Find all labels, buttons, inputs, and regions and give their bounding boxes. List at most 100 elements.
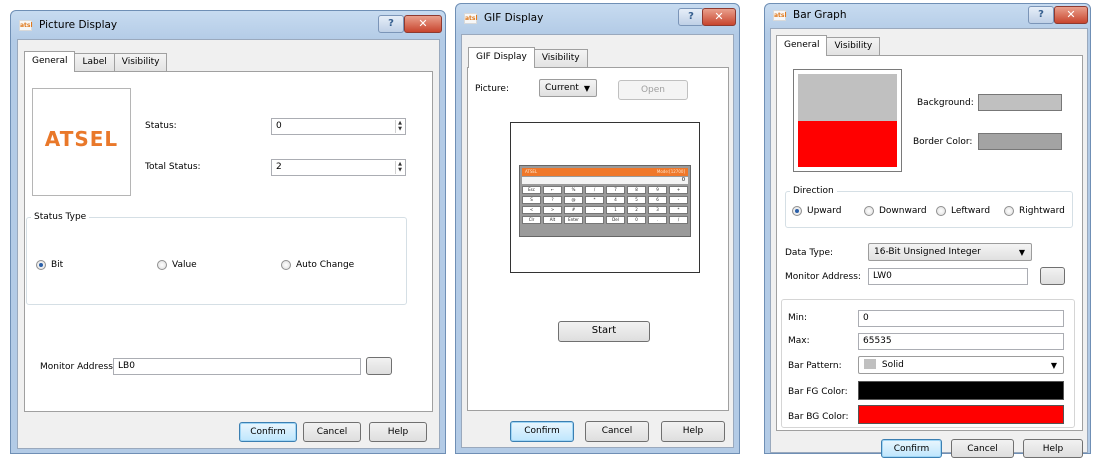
calc-header-right: Mode:[12700] bbox=[656, 169, 685, 174]
max-input[interactable]: 65535 bbox=[858, 333, 1064, 350]
border-color-label: Border Color: bbox=[913, 137, 973, 147]
dialog-title: Bar Graph bbox=[793, 9, 847, 21]
bg-color-label: Bar BG Color: bbox=[788, 412, 849, 422]
solid-pattern-icon bbox=[864, 359, 876, 369]
calc-key: @ bbox=[564, 196, 583, 204]
calc-key: Alt bbox=[543, 216, 562, 224]
data-type-select[interactable]: 16-Bit Unsigned Integer ▼ bbox=[868, 243, 1032, 261]
title-help-button[interactable]: ? bbox=[1028, 6, 1054, 24]
atsel-logo: ATSEL bbox=[44, 127, 119, 151]
spinner-arrows-icon[interactable]: ▲ ▼ bbox=[395, 120, 404, 133]
cancel-button[interactable]: Cancel bbox=[585, 421, 649, 442]
close-button[interactable]: ✕ bbox=[404, 15, 442, 33]
general-panel: ATSEL Status: 0 ▲ ▼ Total Status: 2 ▲ ▼ St… bbox=[24, 71, 433, 412]
bar-pattern-select[interactable]: Solid ▼ bbox=[858, 356, 1064, 374]
tab-general[interactable]: General bbox=[24, 51, 76, 72]
border-color-swatch[interactable] bbox=[978, 133, 1062, 150]
calc-keypad: Esc ← % / 7 8 9 + S ? @ * 4 5 6 - < > # … bbox=[522, 186, 688, 234]
status-type-group: Status Type Bit Value Auto Change bbox=[26, 212, 407, 305]
close-button[interactable]: ✕ bbox=[702, 8, 736, 26]
radio-auto-change[interactable]: Auto Change bbox=[281, 260, 354, 270]
status-spinner[interactable]: 0 ▲ ▼ bbox=[271, 118, 406, 135]
tab-gif-display[interactable]: GIF Display bbox=[468, 47, 535, 68]
calc-display: 0 bbox=[522, 177, 688, 184]
radio-value[interactable]: Value bbox=[157, 260, 197, 270]
tab-visibility[interactable]: Visibility bbox=[113, 53, 168, 72]
radio-bit[interactable]: Bit bbox=[36, 260, 63, 270]
max-label: Max: bbox=[788, 336, 810, 346]
bar-preview-fill bbox=[798, 121, 897, 167]
calc-key: > bbox=[543, 206, 562, 214]
confirm-button[interactable]: Confirm bbox=[239, 422, 297, 442]
radio-bit-label: Bit bbox=[51, 260, 64, 270]
tab-general[interactable]: General bbox=[776, 35, 828, 56]
client-area: GIF Display Visibility Picture: Current … bbox=[461, 34, 734, 448]
open-button[interactable]: Open bbox=[618, 80, 688, 100]
calc-key: Clr bbox=[522, 216, 541, 224]
radio-leftward-label: Leftward bbox=[951, 206, 991, 216]
total-status-label: Total Status: bbox=[145, 162, 201, 172]
help-button[interactable]: Help bbox=[1023, 439, 1083, 458]
radio-downward[interactable]: Downward bbox=[864, 206, 927, 216]
cancel-button[interactable]: Cancel bbox=[951, 439, 1014, 458]
status-type-title: Status Type bbox=[31, 212, 90, 222]
help-button[interactable]: Help bbox=[369, 422, 427, 442]
monitor-address-label: Monitor Address: bbox=[785, 272, 861, 282]
background-color-swatch[interactable] bbox=[978, 94, 1062, 111]
calc-key: 9 bbox=[648, 186, 667, 194]
monitor-address-value: LW0 bbox=[873, 271, 892, 281]
client-area: General Label Visibility ATSEL Status: 0… bbox=[17, 39, 440, 449]
monitor-address-input[interactable]: LW0 bbox=[868, 268, 1028, 285]
tab-visibility[interactable]: Visibility bbox=[533, 49, 588, 68]
radio-upward[interactable]: Upward bbox=[792, 206, 841, 216]
calculator-image: ATSEL Mode:[12700] 0 Esc ← % / 7 8 9 + S bbox=[519, 165, 691, 237]
title-bar[interactable]: atsl GIF Display ? ✕ bbox=[456, 4, 739, 34]
start-button[interactable]: Start bbox=[558, 321, 650, 342]
radio-selected-icon bbox=[36, 260, 46, 270]
confirm-button[interactable]: Confirm bbox=[881, 439, 942, 458]
total-status-value: 2 bbox=[276, 162, 282, 172]
close-button[interactable]: ✕ bbox=[1054, 6, 1088, 24]
radio-downward-label: Downward bbox=[879, 206, 927, 216]
monitor-address-input[interactable]: LB0 bbox=[113, 358, 361, 375]
dialog-title: Picture Display bbox=[39, 19, 118, 31]
picture-select[interactable]: Current ▼ bbox=[539, 79, 597, 97]
min-input[interactable]: 0 bbox=[858, 310, 1064, 327]
radio-rightward[interactable]: Rightward bbox=[1004, 206, 1065, 216]
cancel-button[interactable]: Cancel bbox=[303, 422, 361, 442]
address-picker-button[interactable] bbox=[366, 357, 392, 375]
title-help-button[interactable]: ? bbox=[678, 8, 704, 26]
bar-preview bbox=[793, 69, 902, 172]
address-picker-button[interactable] bbox=[1040, 267, 1065, 285]
radio-unselected-icon bbox=[936, 206, 946, 216]
calc-key: 4 bbox=[606, 196, 625, 204]
calc-key: / bbox=[585, 186, 604, 194]
calc-key: ← bbox=[543, 186, 562, 194]
data-type-value: 16-Bit Unsigned Integer bbox=[874, 247, 981, 257]
dropdown-arrow-icon: ▼ bbox=[1050, 361, 1057, 370]
calc-key bbox=[585, 216, 604, 224]
radio-selected-icon bbox=[792, 206, 802, 216]
tab-label[interactable]: Label bbox=[74, 53, 115, 72]
gif-preview: ATSEL Mode:[12700] 0 Esc ← % / 7 8 9 + S bbox=[510, 122, 700, 273]
help-button[interactable]: Help bbox=[661, 421, 725, 442]
radio-unselected-icon bbox=[864, 206, 874, 216]
direction-group: Direction Upward Downward Leftward Right… bbox=[785, 186, 1073, 228]
calc-header: ATSEL Mode:[12700] bbox=[522, 168, 688, 176]
calc-key: 3 bbox=[648, 206, 667, 214]
title-bar[interactable]: atsl Picture Display ? ✕ bbox=[11, 11, 445, 41]
calc-key: Enter bbox=[564, 216, 583, 224]
fg-color-swatch[interactable] bbox=[858, 381, 1064, 400]
total-status-spinner[interactable]: 2 ▲ ▼ bbox=[271, 159, 406, 176]
spinner-arrows-icon[interactable]: ▲ ▼ bbox=[395, 161, 404, 174]
title-help-button[interactable]: ? bbox=[378, 15, 404, 33]
bg-color-swatch[interactable] bbox=[858, 405, 1064, 424]
data-type-label: Data Type: bbox=[785, 248, 834, 258]
confirm-button[interactable]: Confirm bbox=[510, 421, 574, 442]
calc-key: 7 bbox=[606, 186, 625, 194]
calc-key: 0 bbox=[627, 216, 646, 224]
background-label: Background: bbox=[917, 98, 974, 108]
calc-key: / bbox=[669, 216, 688, 224]
tab-visibility[interactable]: Visibility bbox=[826, 37, 881, 56]
radio-leftward[interactable]: Leftward bbox=[936, 206, 990, 216]
